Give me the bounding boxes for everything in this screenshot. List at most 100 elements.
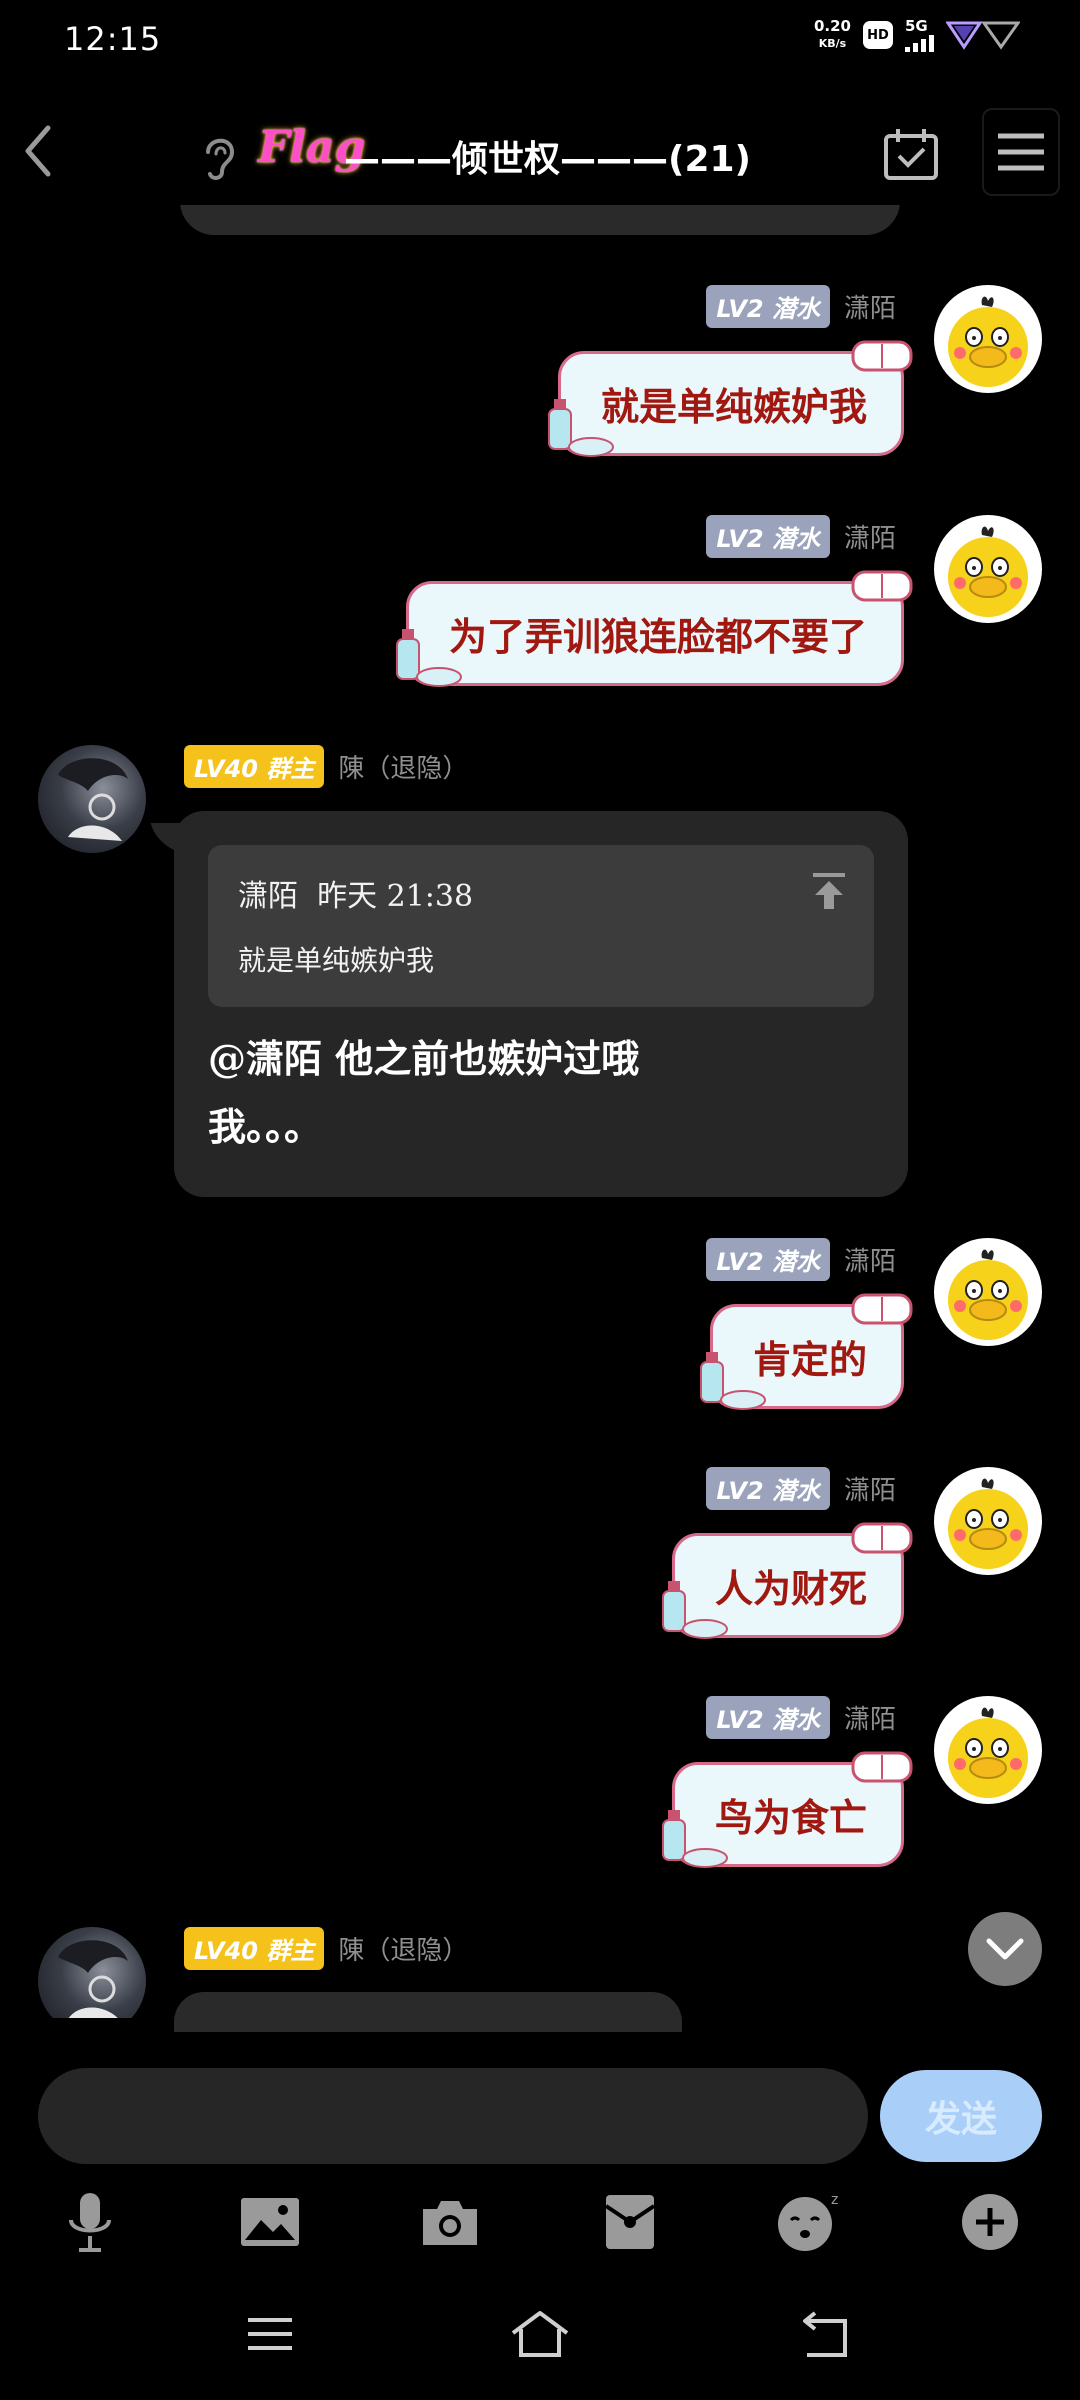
message-bubble[interactable]: 潇陌 昨天 21:38 就是单纯嫉妒我 @潇陌 他之前也嫉妒过哦我。。。 <box>174 811 908 1197</box>
quoted-message[interactable]: 潇陌 昨天 21:38 就是单纯嫉妒我 <box>208 845 874 1007</box>
group-title[interactable]: ———倾世权———(21) <box>344 130 751 182</box>
message-bubble[interactable]: 鸟为食亡 <box>661 1751 913 1868</box>
psyduck-avatar-icon <box>948 1478 1028 1569</box>
image-button[interactable] <box>234 2186 306 2258</box>
goggles-decoration-icon <box>851 1522 913 1554</box>
ear-icon[interactable] <box>198 132 240 182</box>
back-nav-button[interactable] <box>794 2304 858 2364</box>
message-input[interactable] <box>38 2068 868 2164</box>
input-toolbar: z <box>0 2180 1080 2264</box>
image-icon <box>241 2198 299 2246</box>
sender-meta: LV40 群主 陳（退隐） <box>184 745 468 788</box>
level-badge: LV40 群主 <box>184 1927 325 1970</box>
bottle-decoration-icon <box>699 1352 766 1410</box>
goggles-decoration-icon <box>851 340 913 372</box>
avatar[interactable] <box>934 1696 1042 1804</box>
avatar[interactable] <box>934 515 1042 623</box>
emoji-button[interactable]: z <box>774 2186 846 2258</box>
signal-icon: 5G <box>905 18 934 52</box>
avatar[interactable] <box>934 285 1042 393</box>
sender-name[interactable]: 陳（退隐） <box>338 1930 468 1967</box>
partial-message-bubble <box>180 205 900 235</box>
status-indicators: 0.20 KB/s HD 5G <box>814 18 1020 52</box>
svg-text:z: z <box>831 2192 838 2208</box>
message-bubble[interactable]: 人为财死 <box>661 1522 913 1639</box>
goggles-decoration-icon <box>851 1751 913 1783</box>
sender-meta: LV2 潜水 潇陌 <box>706 1696 896 1739</box>
message-bubble[interactable]: 就是单纯嫉妒我 <box>547 340 913 457</box>
avatar[interactable] <box>38 745 146 853</box>
red-packet-button[interactable] <box>594 2186 666 2258</box>
system-nav-bar <box>0 2296 1080 2376</box>
message-text: @潇陌 他之前也嫉妒过哦我。。。 <box>208 1036 640 1149</box>
avatar[interactable] <box>38 1927 146 2018</box>
level-badge: LV40 群主 <box>184 745 325 788</box>
message-text: 就是单纯嫉妒我 <box>600 384 867 429</box>
message-bubble[interactable]: 为了弄训狼连脸都不要了 <box>395 570 913 687</box>
menu-icon <box>248 2318 292 2350</box>
status-bar: 12:15 0.20 KB/s HD 5G <box>0 0 1080 80</box>
level-badge: LV2 潜水 <box>706 515 830 558</box>
level-badge: LV2 潜水 <box>706 1238 830 1281</box>
scroll-to-bottom-button[interactable] <box>968 1912 1042 1986</box>
recent-apps-button[interactable] <box>238 2304 302 2364</box>
bottle-decoration-icon <box>547 399 614 457</box>
more-button[interactable] <box>954 2186 1026 2258</box>
wifi-icon <box>946 21 1020 50</box>
sender-meta: LV40 群主 陳（退隐） <box>184 1927 468 1970</box>
sender-meta: LV2 潜水 潇陌 <box>706 1467 896 1510</box>
quote-header: 潇陌 昨天 21:38 <box>238 879 474 914</box>
emoji-icon: z <box>778 2192 838 2251</box>
sender-name[interactable]: 潇陌 <box>844 1699 896 1736</box>
plus-icon <box>962 2194 1018 2250</box>
back-icon <box>803 2311 847 2357</box>
message-text: 人为财死 <box>714 1566 867 1611</box>
avatar[interactable] <box>934 1467 1042 1575</box>
bottle-decoration-icon <box>661 1810 728 1868</box>
user-avatar-icon <box>58 758 128 841</box>
level-badge: LV2 潜水 <box>706 285 830 328</box>
red-packet-icon <box>604 2195 656 2249</box>
message-bubble[interactable]: 肯定的 <box>699 1293 913 1410</box>
bottle-decoration-icon <box>395 629 462 687</box>
sender-meta: LV2 潜水 潇陌 <box>706 285 896 328</box>
bottle-decoration-icon <box>661 1581 728 1639</box>
psyduck-avatar-icon <box>948 526 1028 617</box>
back-button[interactable] <box>14 120 64 182</box>
send-button[interactable]: 发送 <box>880 2070 1042 2162</box>
level-badge: LV2 潜水 <box>706 1467 830 1510</box>
calendar-button[interactable] <box>882 126 940 182</box>
sender-name[interactable]: 陳（退隐） <box>338 748 468 785</box>
menu-button[interactable] <box>982 108 1060 196</box>
sender-name[interactable]: 潇陌 <box>844 288 896 325</box>
camera-icon <box>423 2201 477 2245</box>
psyduck-avatar-icon <box>948 296 1028 387</box>
avatar[interactable] <box>934 1238 1042 1346</box>
user-avatar-icon <box>58 1940 128 2018</box>
hd-badge: HD <box>863 21 893 49</box>
mic-icon <box>69 2193 111 2252</box>
sender-name[interactable]: 潇陌 <box>844 1241 896 1278</box>
sender-meta: LV2 潜水 潇陌 <box>706 515 896 558</box>
sender-name[interactable]: 潇陌 <box>844 1470 896 1507</box>
partial-message-bubble <box>174 1992 682 2032</box>
goggles-decoration-icon <box>851 570 913 602</box>
calendar-check-icon <box>884 129 938 180</box>
sender-name[interactable]: 潇陌 <box>844 518 896 555</box>
network-speed: 0.20 KB/s <box>813 17 851 51</box>
message-text: 为了弄训狼连脸都不要了 <box>448 614 867 659</box>
home-icon <box>511 2311 569 2357</box>
home-button[interactable] <box>508 2304 572 2364</box>
chevron-down-icon <box>986 1938 1024 1960</box>
camera-button[interactable] <box>414 2186 486 2258</box>
voice-button[interactable] <box>54 2186 126 2258</box>
message-text: 肯定的 <box>752 1337 867 1382</box>
sender-meta: LV2 潜水 潇陌 <box>706 1238 896 1281</box>
psyduck-avatar-icon <box>948 1707 1028 1798</box>
chat-list[interactable]: LV2 潜水 潇陌 就是单纯嫉妒我 LV2 潜水 潇陌 为了弄训狼连脸都不要了 … <box>0 205 1080 2018</box>
pin-top-icon[interactable] <box>810 871 848 911</box>
status-time: 12:15 <box>64 20 162 58</box>
quote-text: 就是单纯嫉妒我 <box>238 944 435 977</box>
chat-header: Flag ———倾世权———(21) <box>0 100 1080 205</box>
message-text: 鸟为食亡 <box>714 1795 867 1840</box>
